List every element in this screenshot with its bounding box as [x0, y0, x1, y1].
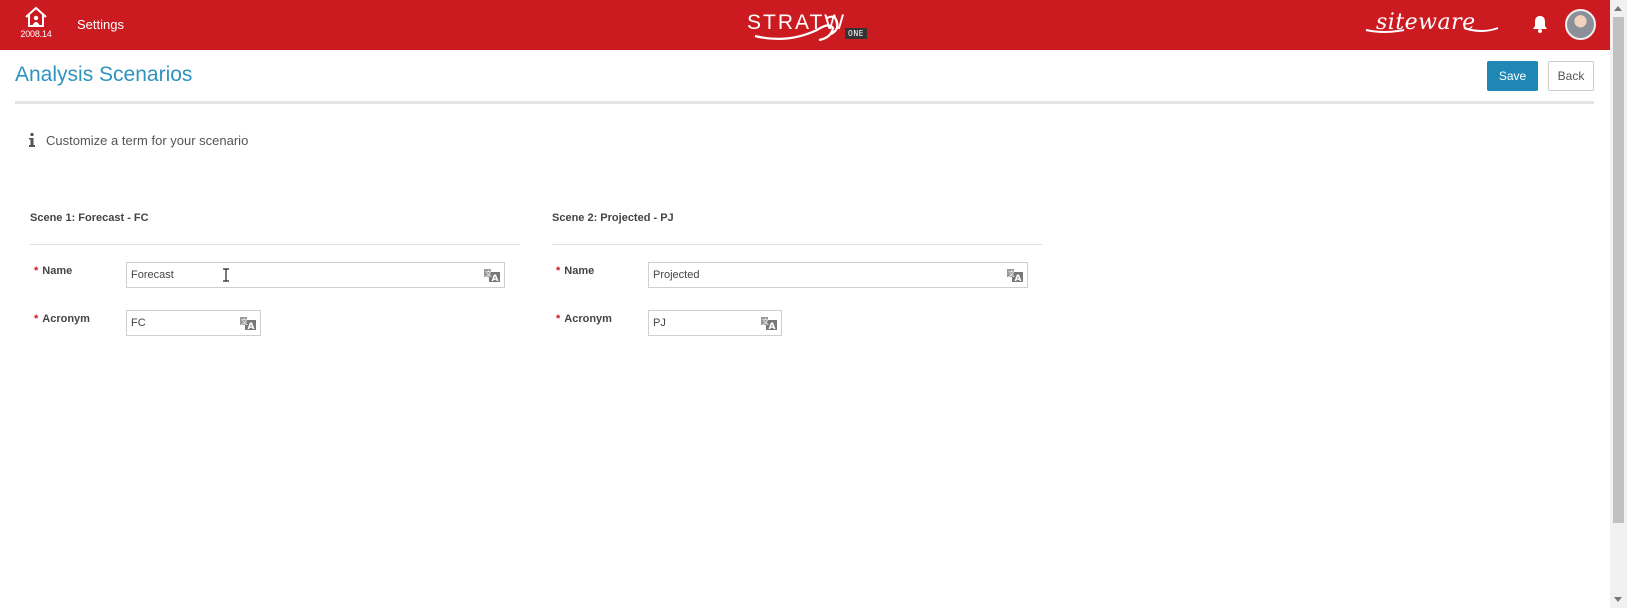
scene-title: Scene 1: Forecast - FC	[30, 212, 149, 224]
home-button[interactable]: 2008.14	[14, 6, 58, 46]
svg-text:文: 文	[762, 317, 769, 326]
save-button[interactable]: Save	[1487, 61, 1538, 91]
name-label: * Name	[556, 265, 595, 277]
stratws-logo: STRATW ONE	[747, 8, 877, 44]
scroll-down-icon[interactable]	[1614, 597, 1622, 602]
scene-2-acronym-field: A 文	[648, 310, 782, 336]
scene-1-acronym-field: A 文	[126, 310, 261, 336]
acronym-label: * Acronym	[34, 313, 90, 325]
scroll-up-icon[interactable]	[1614, 6, 1622, 11]
page-title: Analysis Scenarios	[15, 63, 193, 86]
translate-icon[interactable]: A 文	[760, 315, 778, 331]
scene-2-name-field: A 文	[648, 262, 1028, 288]
top-bar: 2008.14 Settings STRATW ONE siteware	[0, 0, 1610, 50]
translate-icon[interactable]: A 文	[239, 315, 257, 331]
svg-text:A: A	[769, 322, 776, 331]
version-label: 2008.14	[20, 29, 52, 39]
siteware-logo: siteware	[1364, 8, 1500, 38]
svg-text:A: A	[1015, 274, 1022, 283]
settings-link[interactable]: Settings	[77, 17, 124, 32]
siteware-wordmark: siteware	[1376, 10, 1476, 35]
scene-divider	[30, 244, 520, 245]
required-marker: *	[34, 313, 39, 325]
bell-icon[interactable]	[1532, 15, 1548, 33]
vertical-scrollbar[interactable]	[1610, 0, 1627, 608]
name-label: * Name	[34, 265, 73, 277]
text-cursor-icon	[223, 268, 229, 282]
logo-badge: ONE	[845, 28, 867, 39]
scene-2-name-input[interactable]	[649, 263, 989, 287]
scene-1-acronym-input[interactable]	[127, 311, 227, 335]
svg-text:文: 文	[485, 269, 492, 278]
required-marker: *	[556, 265, 561, 277]
translate-icon[interactable]: A 文	[1006, 267, 1024, 283]
required-marker: *	[556, 313, 561, 325]
header-divider	[15, 101, 1594, 104]
required-marker: *	[34, 265, 39, 277]
avatar[interactable]	[1565, 9, 1596, 40]
logo-swoosh	[754, 15, 839, 42]
acronym-label: * Acronym	[556, 313, 612, 325]
scrollbar-thumb[interactable]	[1613, 17, 1624, 523]
scene-2-acronym-input[interactable]	[649, 311, 749, 335]
home-icon	[25, 6, 47, 27]
scene-1-name-input[interactable]	[127, 263, 467, 287]
svg-text:文: 文	[1008, 269, 1015, 278]
info-icon	[29, 133, 35, 147]
svg-text:A: A	[248, 322, 255, 331]
scene-1-name-field: A 文	[126, 262, 505, 288]
back-button[interactable]: Back	[1548, 61, 1594, 91]
svg-text:A: A	[492, 274, 499, 283]
svg-text:文: 文	[241, 317, 248, 326]
translate-icon[interactable]: A 文	[483, 267, 501, 283]
scene-title: Scene 2: Projected - PJ	[552, 212, 674, 224]
scene-divider	[552, 244, 1042, 245]
info-text: Customize a term for your scenario	[46, 133, 249, 148]
